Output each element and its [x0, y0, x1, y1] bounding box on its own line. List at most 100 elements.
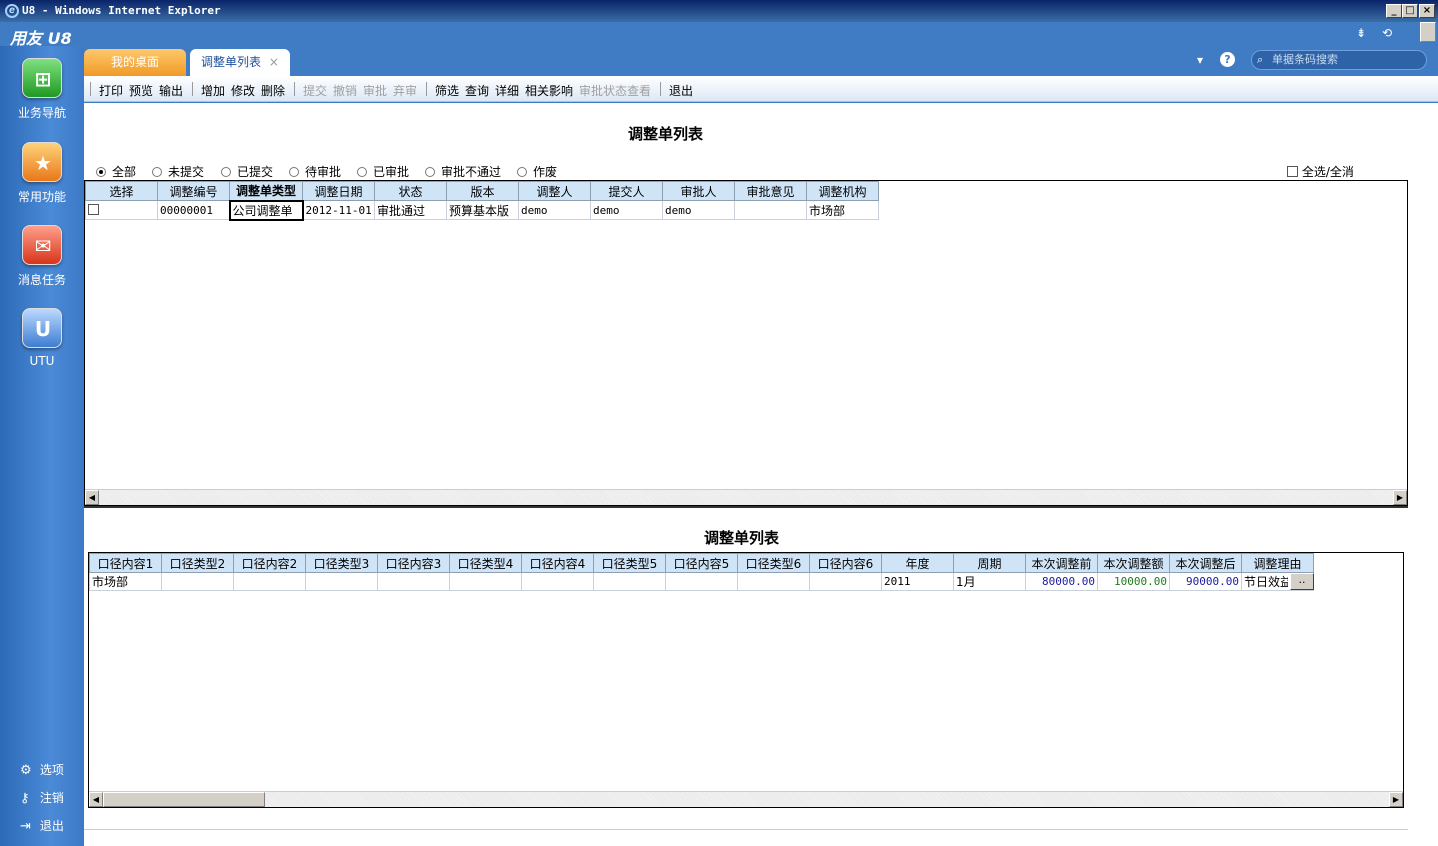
cell-amount-before[interactable]: 80000.00 — [1025, 572, 1098, 591]
col-submitter[interactable]: 提交人 — [590, 181, 663, 201]
query-button[interactable]: 查询 — [465, 82, 489, 99]
cell-adjust-date[interactable]: 2012-11-01 — [302, 200, 375, 220]
col-year[interactable]: 年度 — [881, 553, 954, 573]
cell-version[interactable]: 预算基本版 — [446, 200, 519, 220]
cell-adjust-no[interactable]: 00000001 — [157, 200, 230, 220]
scroll-left-button[interactable]: ◀ — [89, 792, 103, 807]
col-scope-content-1[interactable]: 口径内容1 — [89, 553, 162, 573]
cell-approval-comment[interactable] — [734, 200, 807, 220]
table-row[interactable]: 市场部 2011 1月 80000.00 10000.00 90000.00 节… — [89, 572, 1314, 591]
filter-rejected-radio[interactable]: 审批不通过 — [425, 163, 501, 180]
dropdown-arrow-icon[interactable]: ▾ — [1197, 53, 1203, 67]
filter-approved-radio[interactable]: 已审批 — [357, 163, 409, 180]
cell-period[interactable]: 1月 — [953, 572, 1026, 591]
filter-unsubmitted-radio[interactable]: 未提交 — [152, 163, 204, 180]
col-scope-content-3[interactable]: 口径内容3 — [377, 553, 450, 573]
filter-all-radio[interactable]: 全部 — [96, 163, 136, 180]
nav-exit[interactable]: ⇥ 退出 — [20, 817, 64, 834]
approval-status-button[interactable]: 审批状态查看 — [579, 82, 651, 99]
unapprove-button[interactable]: 弃审 — [393, 82, 417, 99]
col-scope-type-5[interactable]: 口径类型5 — [593, 553, 666, 573]
col-scope-type-2[interactable]: 口径类型2 — [161, 553, 234, 573]
col-scope-type-3[interactable]: 口径类型3 — [305, 553, 378, 573]
cell-adjuster[interactable]: demo — [518, 200, 591, 220]
refresh-icon[interactable]: ⟲ — [1382, 26, 1392, 40]
col-period[interactable]: 周期 — [953, 553, 1026, 573]
filter-submitted-radio[interactable]: 已提交 — [221, 163, 273, 180]
scroll-right-button[interactable]: ▶ — [1393, 490, 1407, 505]
approve-button[interactable]: 审批 — [363, 82, 387, 99]
cell-scope-content-1[interactable]: 市场部 — [89, 572, 162, 591]
col-version[interactable]: 版本 — [446, 181, 519, 201]
exit-button[interactable]: 退出 — [669, 82, 693, 99]
cell-scope-type-4[interactable] — [449, 572, 522, 591]
cell-scope-content-6[interactable] — [809, 572, 882, 591]
cell-approver[interactable]: demo — [662, 200, 735, 220]
cell-scope-type-2[interactable] — [161, 572, 234, 591]
col-adjuster[interactable]: 调整人 — [518, 181, 591, 201]
scroll-right-button[interactable]: ▶ — [1389, 792, 1403, 807]
filter-button[interactable]: 筛选 — [435, 82, 459, 99]
col-scope-content-4[interactable]: 口径内容4 — [521, 553, 594, 573]
col-scope-content-2[interactable]: 口径内容2 — [233, 553, 306, 573]
detail-button[interactable]: 详细 — [495, 82, 519, 99]
tab-my-desktop[interactable]: 我的桌面 — [84, 49, 186, 76]
add-button[interactable]: 增加 — [201, 82, 225, 99]
col-adjust-org[interactable]: 调整机构 — [806, 181, 879, 201]
close-button[interactable]: × — [1419, 4, 1435, 18]
cell-status[interactable]: 审批通过 — [374, 200, 447, 220]
maximize-button[interactable]: □ — [1402, 4, 1418, 18]
col-adjust-reason[interactable]: 调整理由 — [1241, 553, 1314, 573]
scrollbar-up-button[interactable] — [1420, 22, 1436, 42]
col-amount-before[interactable]: 本次调整前 — [1025, 553, 1098, 573]
cell-adjust-type[interactable]: 公司调整单 — [228, 199, 304, 221]
row-select-cell[interactable] — [85, 200, 158, 220]
cell-amount-after[interactable]: 90000.00 — [1169, 572, 1242, 591]
print-button[interactable]: 打印 — [99, 82, 123, 99]
col-scope-content-6[interactable]: 口径内容6 — [809, 553, 882, 573]
nav-logout[interactable]: ⚷ 注销 — [20, 789, 64, 806]
splitter[interactable] — [84, 506, 1408, 508]
select-all-checkbox[interactable]: 全选/全消 — [1287, 163, 1354, 180]
scroll-thumb[interactable] — [103, 792, 265, 807]
edit-button[interactable]: 修改 — [231, 82, 255, 99]
nav-utu[interactable]: U UTU — [0, 308, 84, 368]
submit-button[interactable]: 提交 — [303, 82, 327, 99]
minimize-button[interactable]: _ — [1386, 4, 1402, 18]
nav-message-tasks[interactable]: ✉ 消息任务 — [0, 225, 84, 288]
col-scope-type-4[interactable]: 口径类型4 — [449, 553, 522, 573]
cell-scope-content-5[interactable] — [665, 572, 738, 591]
table-row[interactable]: 00000001 公司调整单 2012-11-01 审批通过 预算基本版 dem… — [85, 199, 879, 221]
cell-adjust-reason[interactable]: 节日效益 .. — [1241, 572, 1314, 591]
filter-pending-radio[interactable]: 待审批 — [289, 163, 341, 180]
col-adjust-no[interactable]: 调整编号 — [157, 181, 230, 201]
cell-scope-content-4[interactable] — [521, 572, 594, 591]
cell-scope-content-2[interactable] — [233, 572, 306, 591]
preview-button[interactable]: 预览 — [129, 82, 153, 99]
reason-ellipsis-button[interactable]: .. — [1290, 573, 1314, 590]
col-scope-content-5[interactable]: 口径内容5 — [665, 553, 738, 573]
cell-submitter[interactable]: demo — [590, 200, 663, 220]
tab-close-icon[interactable]: × — [269, 55, 279, 69]
col-amount-after[interactable]: 本次调整后 — [1169, 553, 1242, 573]
cell-adjust-org[interactable]: 市场部 — [806, 200, 879, 220]
revoke-button[interactable]: 撤销 — [333, 82, 357, 99]
col-status[interactable]: 状态 — [374, 181, 447, 201]
cell-year[interactable]: 2011 — [881, 572, 954, 591]
tab-adjustment-list[interactable]: 调整单列表 × — [190, 49, 290, 76]
col-approver[interactable]: 审批人 — [662, 181, 735, 201]
export-button[interactable]: 输出 — [159, 82, 183, 99]
col-scope-type-6[interactable]: 口径类型6 — [737, 553, 810, 573]
col-select[interactable]: 选择 — [85, 181, 158, 201]
cell-scope-type-3[interactable] — [305, 572, 378, 591]
help-icon[interactable]: ? — [1220, 52, 1235, 67]
col-adjust-type[interactable]: 调整单类型 — [229, 181, 303, 201]
scroll-left-button[interactable]: ◀ — [85, 490, 99, 505]
cell-amount-delta[interactable]: 10000.00 — [1097, 572, 1170, 591]
cell-scope-content-3[interactable] — [377, 572, 450, 591]
col-adjust-date[interactable]: 调整日期 — [302, 181, 375, 201]
col-approval-comment[interactable]: 审批意见 — [734, 181, 807, 201]
col-amount-delta[interactable]: 本次调整额 — [1097, 553, 1170, 573]
lower-horizontal-scrollbar[interactable]: ◀ ▶ — [89, 791, 1403, 807]
barcode-search-input[interactable]: ⌕ 单据条码搜索 — [1251, 50, 1427, 70]
